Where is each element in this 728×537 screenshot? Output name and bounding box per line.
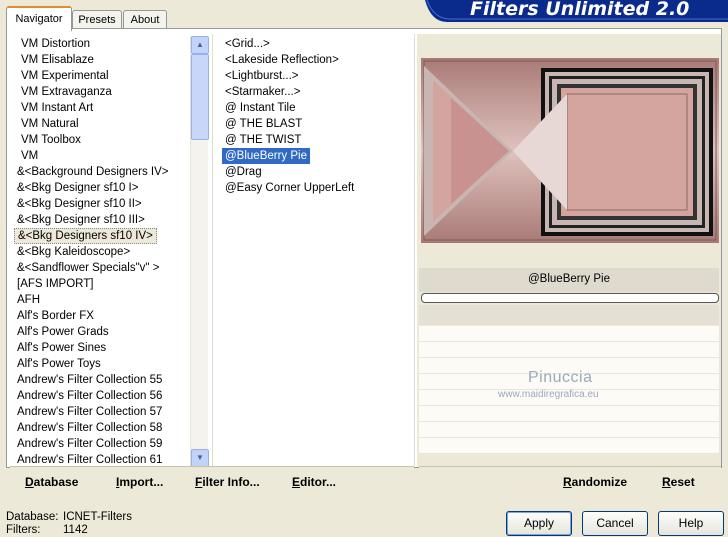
category-item[interactable]: Andrew's Filter Collection 61: [14, 452, 165, 466]
category-item[interactable]: [AFS IMPORT]: [14, 276, 96, 292]
param-row[interactable]: [419, 406, 719, 422]
category-item[interactable]: &<Sandflower Specials"v" >: [14, 260, 162, 276]
divider: [212, 34, 213, 466]
editor-button[interactable]: Editor...: [292, 475, 336, 489]
filters-label: Filters:: [6, 524, 41, 536]
filter-item[interactable]: @ THE BLAST: [222, 116, 305, 132]
param-row[interactable]: [419, 326, 719, 342]
database-button[interactable]: Database: [25, 475, 78, 489]
category-item[interactable]: Alf's Power Toys: [14, 356, 104, 372]
app-title: Filters Unlimited 2.0: [470, 0, 690, 20]
tab-about[interactable]: About: [123, 10, 167, 29]
category-item[interactable]: &<Bkg Designers sf10 IV>: [14, 228, 157, 244]
tab-presets[interactable]: Presets: [72, 10, 122, 29]
category-item[interactable]: AFH: [14, 292, 43, 308]
param-header: [419, 305, 719, 325]
randomize-button[interactable]: Randomize: [563, 475, 627, 489]
category-item[interactable]: VM: [18, 148, 41, 164]
import-button[interactable]: Import...: [116, 475, 163, 489]
filter-list[interactable]: <Grid...> <Lakeside Reflection> <Lightburs…: [222, 34, 412, 466]
database-value: ICNET-Filters: [63, 511, 132, 523]
category-item[interactable]: VM Instant Art: [18, 100, 96, 116]
category-item[interactable]: VM Natural: [18, 116, 82, 132]
filters-count: 1142: [63, 524, 88, 536]
help-button[interactable]: Help: [658, 511, 724, 536]
category-item[interactable]: Andrew's Filter Collection 58: [14, 420, 165, 436]
category-list[interactable]: VM Distortion VM Elisablaze VM Experimenta…: [14, 34, 190, 466]
category-item[interactable]: Andrew's Filter Collection 56: [14, 388, 165, 404]
database-label: Database:: [6, 511, 59, 523]
filter-item[interactable]: <Lightburst...>: [222, 68, 302, 84]
category-item[interactable]: &<Background Designers IV>: [14, 164, 172, 180]
reset-button[interactable]: Reset: [662, 475, 695, 489]
progress-bar: [421, 293, 719, 303]
category-item[interactable]: Alf's Power Grads: [14, 324, 112, 340]
tab-navigator[interactable]: Navigator: [6, 6, 72, 31]
category-item[interactable]: &<Bkg Designer sf10 I>: [14, 180, 141, 196]
category-item[interactable]: Alf's Power Sines: [14, 340, 109, 356]
scroll-up-button[interactable]: ▲: [191, 36, 209, 54]
filter-preview-image: [421, 58, 719, 243]
category-item[interactable]: Andrew's Filter Collection 59: [14, 436, 165, 452]
category-scrollbar[interactable]: ▲ ▼: [190, 36, 209, 467]
category-item[interactable]: Alf's Border FX: [14, 308, 97, 324]
filter-item[interactable]: @ THE TWIST: [222, 132, 304, 148]
scroll-thumb[interactable]: [191, 54, 209, 140]
param-row[interactable]: [419, 438, 719, 454]
preview-filter-name: @BlueBerry Pie: [528, 273, 610, 285]
filter-item[interactable]: <Grid...>: [222, 36, 273, 52]
category-item[interactable]: VM Elisablaze: [18, 52, 97, 68]
category-item[interactable]: VM Distortion: [18, 36, 93, 52]
category-item[interactable]: &<Bkg Designer sf10 II>: [14, 196, 145, 212]
category-item[interactable]: Andrew's Filter Collection 55: [14, 372, 165, 388]
filter-item[interactable]: @Drag: [222, 164, 265, 180]
filter-item[interactable]: <Starmaker...>: [222, 84, 303, 100]
scroll-down-button[interactable]: ▼: [191, 449, 209, 467]
param-row[interactable]: [419, 342, 719, 358]
category-item[interactable]: &<Bkg Kaleidoscope>: [14, 244, 133, 260]
filter-info-button[interactable]: Filter Info...: [195, 475, 260, 489]
watermark-url: www.maidiregrafica.eu: [498, 389, 599, 400]
param-row[interactable]: [419, 422, 719, 438]
category-item[interactable]: VM Toolbox: [18, 132, 84, 148]
filter-item[interactable]: <Lakeside Reflection>: [222, 52, 342, 68]
filter-item[interactable]: @Easy Corner UpperLeft: [222, 180, 357, 196]
filter-item[interactable]: @BlueBerry Pie: [222, 148, 310, 164]
cancel-button[interactable]: Cancel: [582, 511, 648, 536]
filter-item[interactable]: @ Instant Tile: [222, 100, 298, 116]
category-item[interactable]: &<Bkg Designer sf10 III>: [14, 212, 148, 228]
watermark-name: Pinuccia: [528, 369, 593, 386]
apply-button[interactable]: Apply: [506, 511, 572, 536]
category-item[interactable]: Andrew's Filter Collection 57: [14, 404, 165, 420]
category-item[interactable]: VM Experimental: [18, 68, 112, 84]
divider: [414, 34, 415, 466]
category-item[interactable]: VM Extravaganza: [18, 84, 115, 100]
